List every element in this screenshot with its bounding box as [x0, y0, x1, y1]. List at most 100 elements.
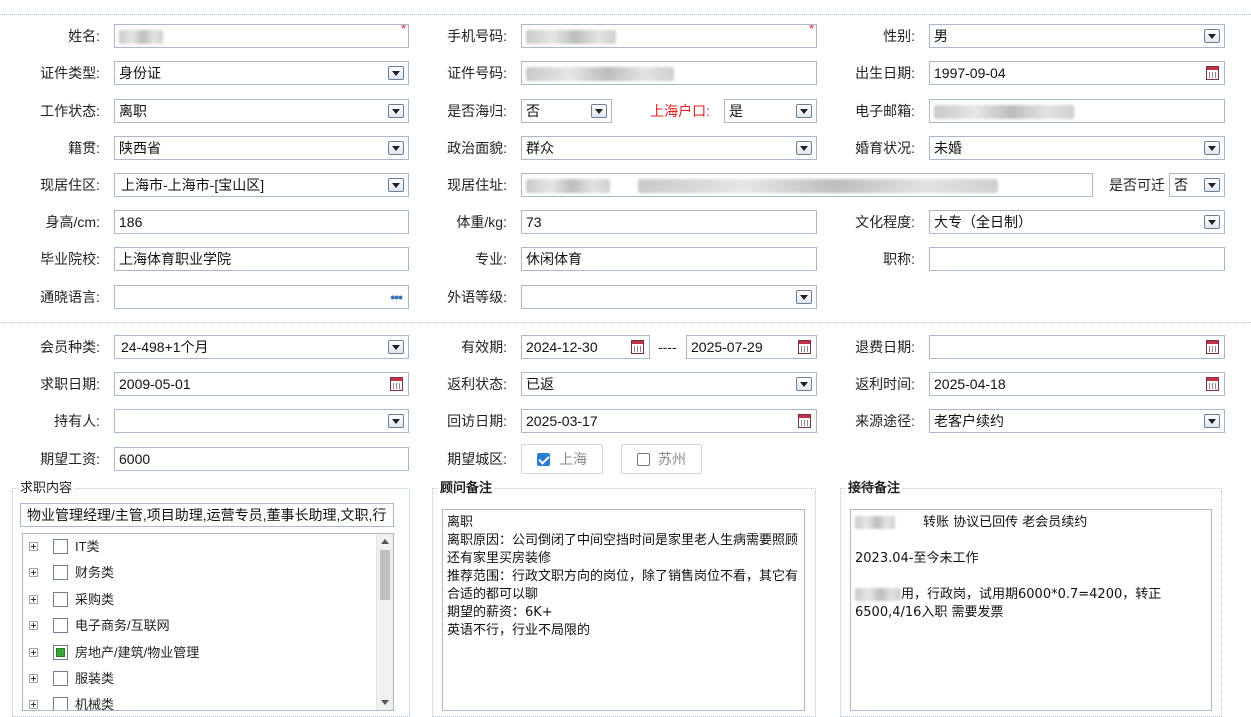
chevron-down-icon[interactable] [796, 104, 812, 118]
tree-checkbox[interactable] [53, 618, 68, 633]
expand-icon[interactable] [29, 542, 38, 551]
chevron-down-icon[interactable] [1204, 414, 1220, 428]
scroll-up-icon[interactable] [381, 539, 389, 544]
refund-date-field[interactable] [929, 335, 1225, 359]
calendar-icon[interactable] [390, 377, 403, 391]
visit-date-field[interactable]: 2025-03-17 [521, 409, 817, 433]
height-field[interactable]: 186 [114, 210, 409, 234]
chevron-down-icon[interactable] [388, 414, 404, 428]
calendar-icon[interactable] [798, 340, 811, 354]
scroll-thumb[interactable] [380, 550, 390, 600]
weight-field[interactable]: 73 [521, 210, 817, 234]
job-content-title: 求职内容 [18, 480, 75, 496]
calendar-icon[interactable] [798, 414, 811, 428]
checkbox-unchecked-icon[interactable] [637, 453, 650, 466]
name-field[interactable]: * [114, 24, 409, 48]
scroll-down-icon[interactable] [381, 700, 389, 705]
expand-icon[interactable] [29, 595, 38, 604]
phone-field[interactable]: * [521, 24, 817, 48]
job-date-field[interactable]: 2009-05-01 [114, 372, 409, 396]
chevron-down-icon[interactable] [591, 104, 607, 118]
returnee-label: 是否海归: [447, 103, 507, 119]
tree-item-label: 房地产/建筑/物业管理 [75, 645, 200, 660]
validity-to-field[interactable]: 2025-07-29 [686, 335, 817, 359]
job-content-summary[interactable]: 物业管理经理/主管,项目助理,运营专员,董事长助理,文职,行 [20, 503, 394, 527]
rebate-status-select[interactable]: 已返 [521, 372, 817, 396]
residence-addr-field[interactable] [521, 173, 1093, 197]
more-options-icon[interactable]: ••• [390, 290, 403, 304]
tree-checkbox-partial[interactable] [53, 645, 68, 660]
salary-value: 6000 [119, 451, 151, 467]
expand-icon[interactable] [29, 700, 38, 709]
major-field[interactable]: 休闲体育 [521, 247, 817, 271]
email-field[interactable] [929, 99, 1225, 123]
marital-select[interactable]: 未婚 [929, 136, 1225, 160]
native-place-select[interactable]: 陕西省 [114, 136, 409, 160]
residence-area-select[interactable]: 上海市-上海市-[宝山区] [114, 173, 409, 197]
languages-field[interactable]: ••• [114, 285, 409, 309]
tree-checkbox[interactable] [53, 592, 68, 607]
job-category-tree[interactable]: IT类 财务类 采购类 电子商务/互联网 房地产/建筑/物业管理 服装类 机械类 [22, 533, 394, 711]
returnee-select[interactable]: 否 [521, 99, 612, 123]
sh-hukou-select[interactable]: 是 [724, 99, 817, 123]
calendar-icon[interactable] [1206, 340, 1219, 354]
education-value: 大专（全日制） [934, 214, 1032, 230]
political-select[interactable]: 群众 [521, 136, 817, 160]
tree-checkbox[interactable] [53, 539, 68, 554]
expand-icon[interactable] [29, 648, 38, 657]
title-field[interactable] [929, 247, 1225, 271]
calendar-icon[interactable] [1206, 377, 1219, 391]
education-select[interactable]: 大专（全日制） [929, 210, 1225, 234]
chevron-down-icon[interactable] [1204, 215, 1220, 229]
foreign-level-select[interactable] [521, 285, 817, 309]
validity-from-field[interactable]: 2024-12-30 [521, 335, 650, 359]
marital-value: 未婚 [934, 140, 962, 156]
rebate-time-field[interactable]: 2025-04-18 [929, 372, 1225, 396]
relocatable-select[interactable]: 否 [1169, 173, 1225, 197]
chevron-down-icon[interactable] [1204, 29, 1220, 43]
tree-item-label: 采购类 [75, 592, 115, 607]
chevron-down-icon[interactable] [796, 141, 812, 155]
work-status-select[interactable]: 离职 [114, 99, 409, 123]
reception-notes-textarea[interactable]: 转账 协议已回传 老会员续约 2023.04-至今未工作 用，行政岗，试用期60… [850, 509, 1212, 711]
expand-icon[interactable] [29, 621, 38, 630]
expand-icon[interactable] [29, 674, 38, 683]
gender-select[interactable]: 男 [929, 24, 1225, 48]
refund-date-label: 退费日期: [855, 339, 915, 355]
chevron-down-icon[interactable] [388, 340, 404, 354]
city-option-suzhou[interactable]: 苏州 [621, 444, 702, 474]
tree-checkbox[interactable] [53, 565, 68, 580]
city-option-shanghai[interactable]: 上海 [521, 444, 603, 474]
job-date-value: 2009-05-01 [119, 376, 191, 392]
id-number-field[interactable] [521, 61, 817, 85]
chevron-down-icon[interactable] [388, 104, 404, 118]
tree-item-label: IT类 [75, 539, 100, 554]
holder-select[interactable] [114, 409, 409, 433]
major-label: 专业: [475, 251, 507, 267]
chevron-down-icon[interactable] [388, 141, 404, 155]
chevron-down-icon[interactable] [796, 377, 812, 391]
member-type-select[interactable]: 24-498+1个月 [114, 335, 409, 359]
reception-notes-title: 接待备注 [846, 480, 903, 496]
chevron-down-icon[interactable] [796, 290, 812, 304]
tree-checkbox[interactable] [53, 671, 68, 686]
birth-date-field[interactable]: 1997-09-04 [929, 61, 1225, 85]
salary-field[interactable]: 6000 [114, 447, 409, 471]
tree-scrollbar[interactable] [376, 534, 393, 710]
id-type-select[interactable]: 身份证 [114, 61, 409, 85]
phone-label: 手机号码: [447, 28, 507, 44]
checkbox-checked-icon[interactable] [537, 453, 550, 466]
chevron-down-icon[interactable] [1204, 141, 1220, 155]
advisor-notes-textarea[interactable]: 离职 离职原因：公司倒闭了中间空挡时间是家里老人生病需要照顾 还有家里买房装修 … [442, 509, 805, 711]
school-field[interactable]: 上海体育职业学院 [114, 247, 409, 271]
calendar-icon[interactable] [1206, 66, 1219, 80]
chevron-down-icon[interactable] [388, 178, 404, 192]
calendar-icon[interactable] [631, 340, 644, 354]
section-divider [0, 322, 1251, 323]
returnee-value: 否 [526, 103, 540, 119]
expand-icon[interactable] [29, 568, 38, 577]
chevron-down-icon[interactable] [388, 66, 404, 80]
tree-checkbox[interactable] [53, 697, 68, 710]
source-select[interactable]: 老客户续约 [929, 409, 1225, 433]
chevron-down-icon[interactable] [1204, 178, 1220, 192]
